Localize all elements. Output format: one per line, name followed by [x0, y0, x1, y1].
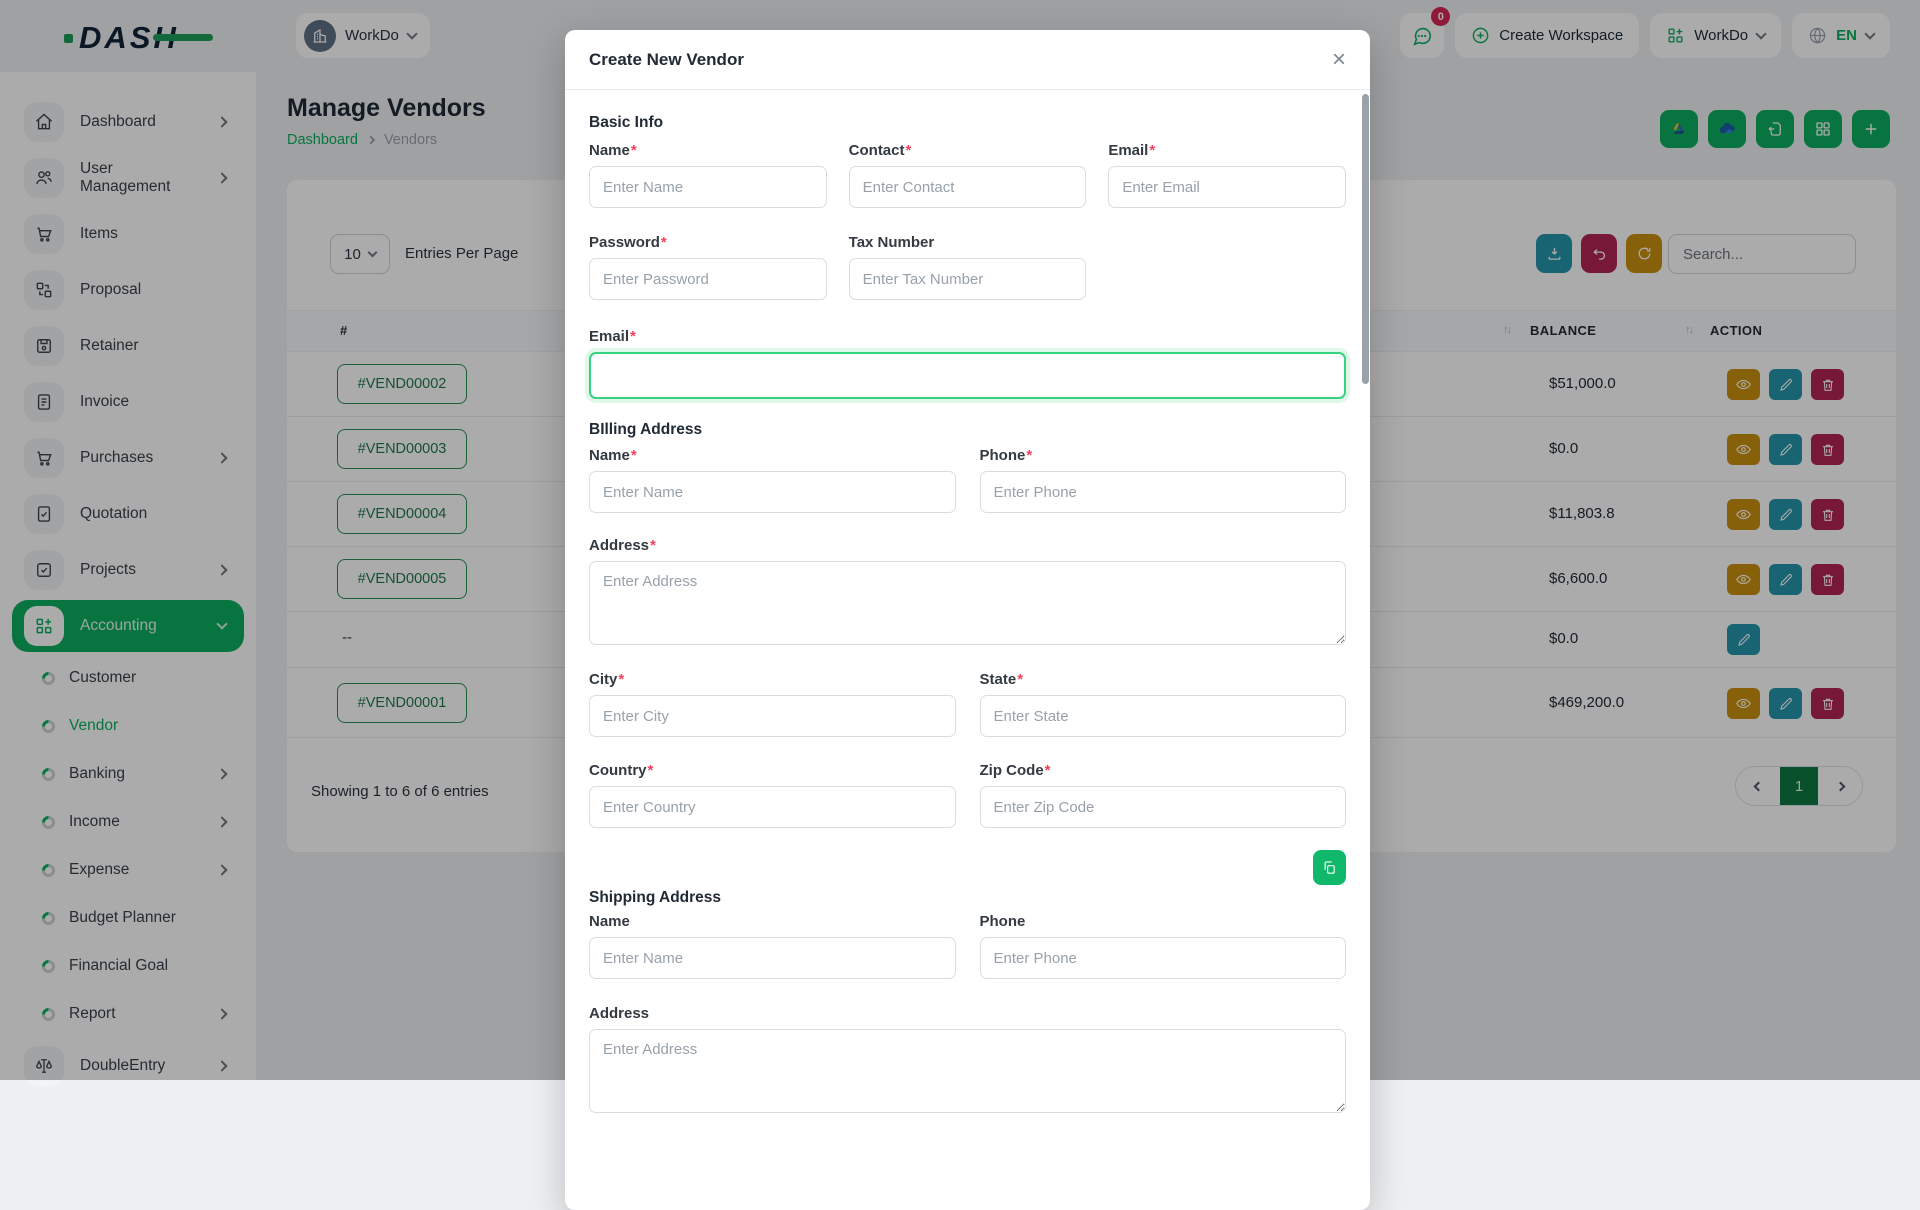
login-email-label: Email*: [589, 328, 1346, 345]
email-label: Email*: [1108, 142, 1346, 159]
billing-country-field[interactable]: [589, 786, 956, 828]
billing-city-field[interactable]: [589, 695, 956, 737]
shipping-name-field[interactable]: [589, 937, 956, 979]
name-field[interactable]: [589, 166, 827, 208]
billing-name-field[interactable]: [589, 471, 956, 513]
shipping-phone-label: Phone: [980, 913, 1347, 930]
copy-icon: [1322, 860, 1337, 875]
tax-number-label: Tax Number: [849, 234, 1087, 251]
billing-phone-field[interactable]: [980, 471, 1347, 513]
billing-phone-label: Phone*: [980, 447, 1347, 464]
billing-zip-field[interactable]: [980, 786, 1347, 828]
basic-info-heading: Basic Info: [589, 114, 1346, 132]
shipping-address-heading: Shipping Address: [589, 889, 1346, 907]
email-field[interactable]: [1108, 166, 1346, 208]
shipping-address-field[interactable]: [589, 1029, 1346, 1113]
modal-title: Create New Vendor: [589, 50, 744, 70]
name-label: Name*: [589, 142, 827, 159]
billing-country-label: Country*: [589, 762, 956, 779]
login-email-field-focused[interactable]: [589, 352, 1346, 399]
modal-scrollbar[interactable]: [1362, 94, 1369, 384]
billing-zip-label: Zip Code*: [980, 762, 1347, 779]
billing-address-label: Address*: [589, 537, 1346, 554]
password-field[interactable]: [589, 258, 827, 300]
create-vendor-modal: Create New Vendor × Basic Info Name* Con…: [565, 30, 1370, 1210]
tax-number-field[interactable]: [849, 258, 1087, 300]
close-icon[interactable]: ×: [1332, 48, 1346, 72]
billing-address-field[interactable]: [589, 561, 1346, 645]
billing-state-label: State*: [980, 671, 1347, 688]
password-label: Password*: [589, 234, 827, 251]
billing-state-field[interactable]: [980, 695, 1347, 737]
shipping-address-label: Address: [589, 1005, 1346, 1022]
shipping-phone-field[interactable]: [980, 937, 1347, 979]
shipping-name-label: Name: [589, 913, 956, 930]
contact-label: Contact*: [849, 142, 1087, 159]
billing-address-heading: BIlling Address: [589, 421, 1346, 439]
billing-city-label: City*: [589, 671, 956, 688]
copy-billing-to-shipping-button[interactable]: [1313, 850, 1346, 885]
contact-field[interactable]: [849, 166, 1087, 208]
billing-name-label: Name*: [589, 447, 956, 464]
